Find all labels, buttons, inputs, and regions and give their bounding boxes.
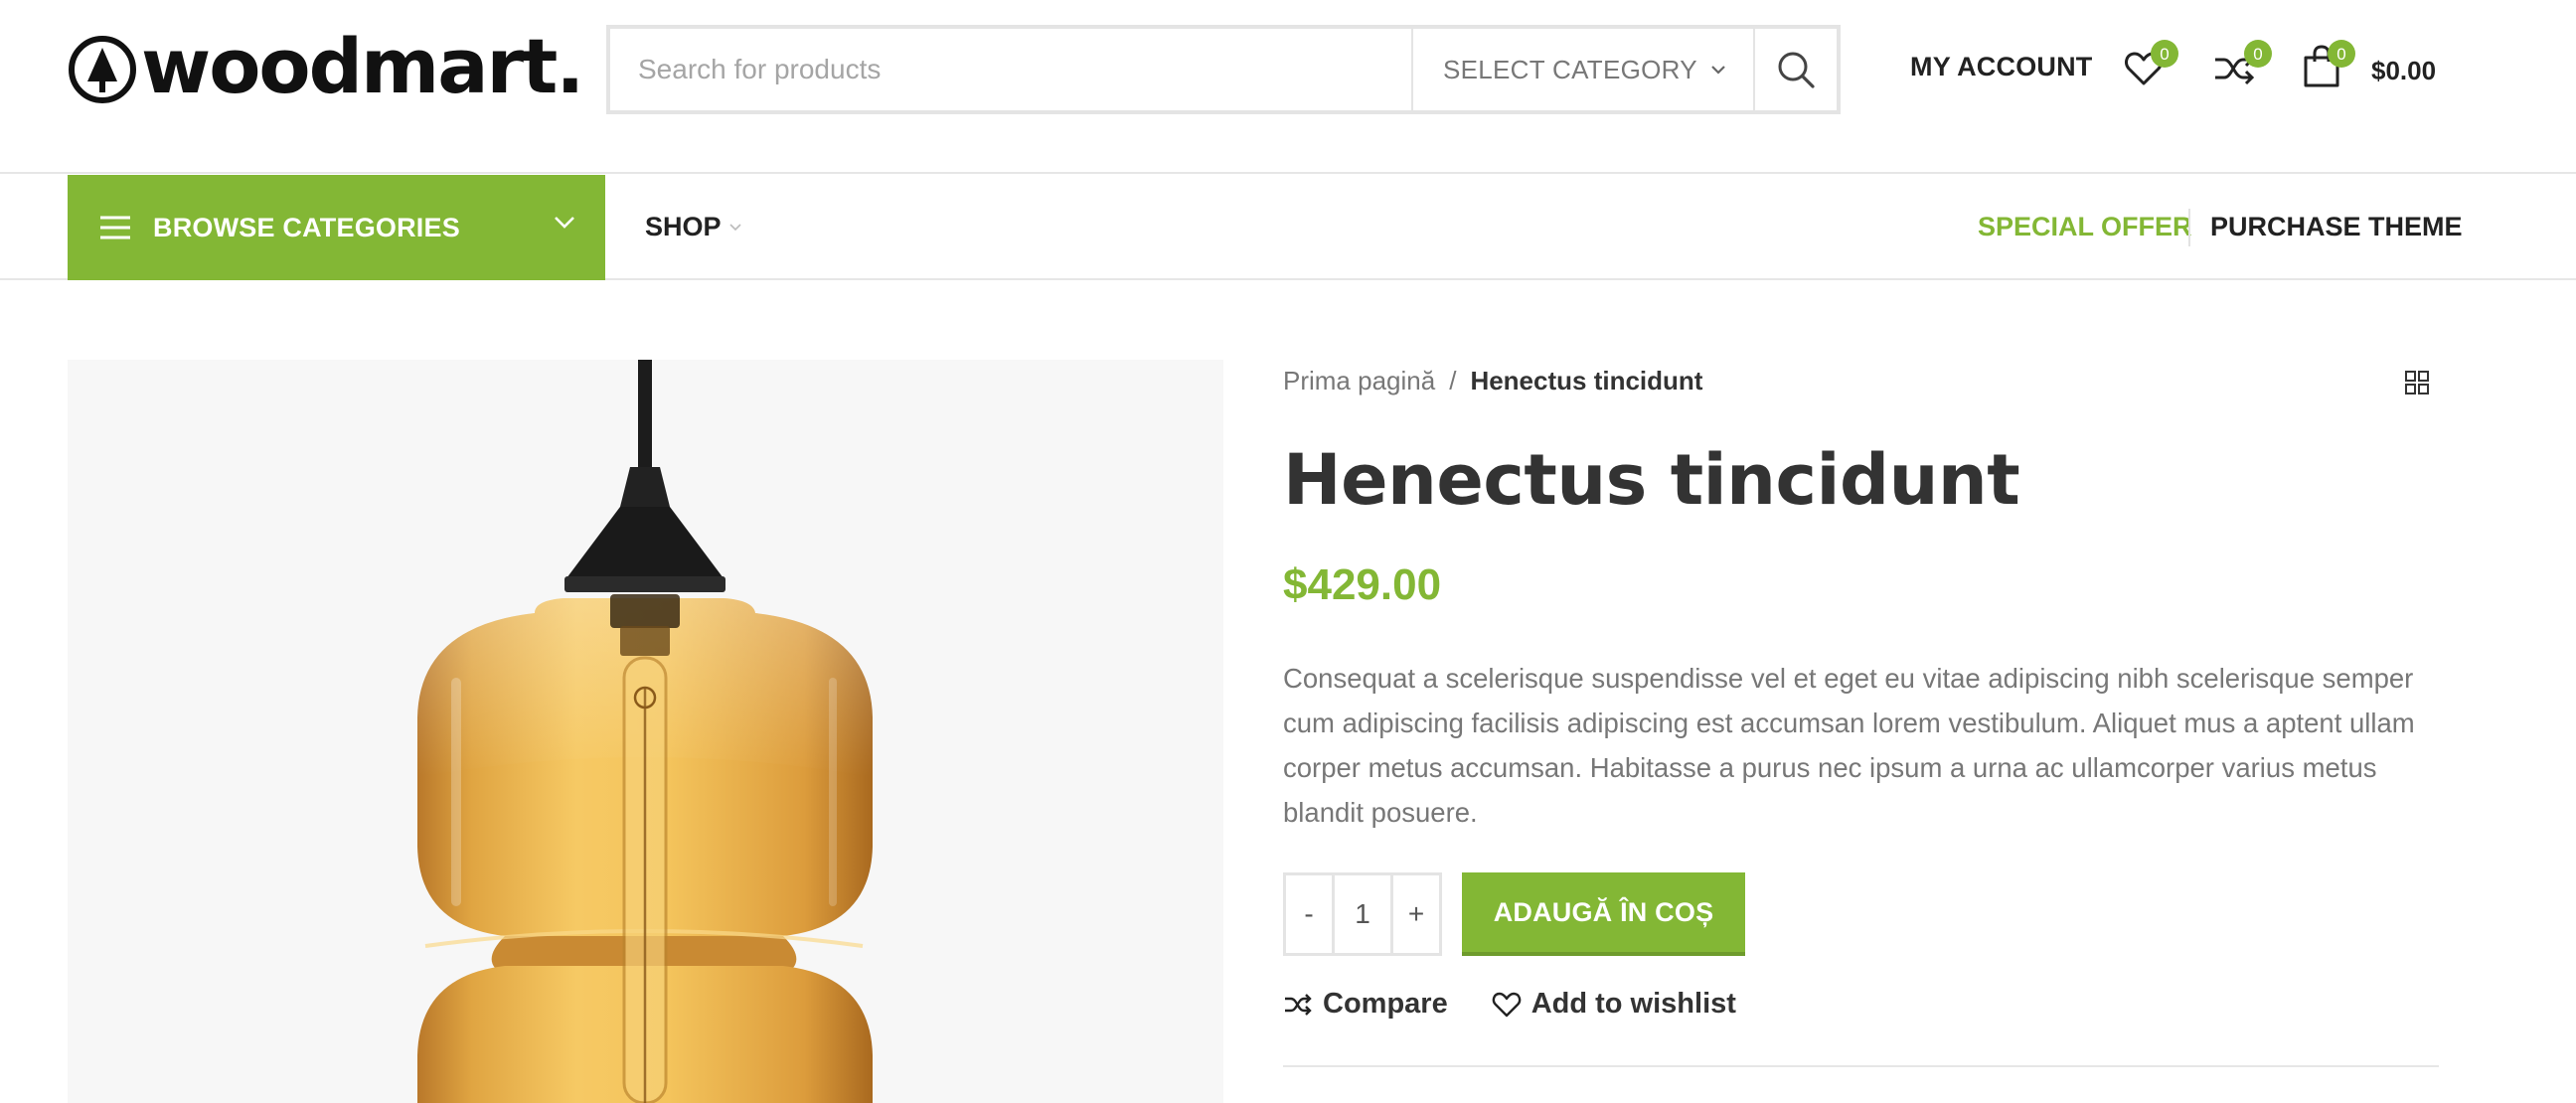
special-offer-link[interactable]: SPECIAL OFFER xyxy=(1978,212,2192,242)
quantity-decrease-button[interactable]: - xyxy=(1286,875,1332,953)
compare-link[interactable]: Compare xyxy=(1283,988,1448,1021)
site-header: woodmart. SELECT CATEGORY MY ACCOUNT 0 xyxy=(0,0,2576,174)
summary-divider xyxy=(1283,1065,2439,1067)
back-to-shop-button[interactable] xyxy=(2404,370,2430,400)
shuffle-icon xyxy=(1285,993,1312,1016)
amber-glass-pendant-lamp-icon xyxy=(417,360,873,1103)
breadcrumb-current: Henectus tincidunt xyxy=(1470,366,1703,395)
chevron-down-icon xyxy=(728,223,741,231)
wishlist-button[interactable]: 0 xyxy=(2123,40,2178,94)
wishlist-count-badge: 0 xyxy=(2151,40,2178,68)
add-to-cart-button[interactable]: ADAUGĂ ÎN COȘ xyxy=(1462,872,1745,956)
quantity-input[interactable]: 1 xyxy=(1332,875,1393,953)
product-title: Henectus tincidunt xyxy=(1283,439,2020,521)
product-price: $429.00 xyxy=(1283,560,1442,609)
grid-icon xyxy=(2405,371,2429,394)
compare-label: Compare xyxy=(1323,988,1448,1020)
logo-text: woodmart. xyxy=(141,22,584,110)
compare-count-badge: 0 xyxy=(2244,40,2272,68)
site-logo[interactable]: woodmart. xyxy=(68,22,584,110)
my-account-link[interactable]: MY ACCOUNT xyxy=(1910,52,2093,82)
breadcrumb-home-link[interactable]: Prima pagină xyxy=(1283,366,1435,395)
search-input[interactable] xyxy=(610,29,1411,110)
quantity-stepper: - 1 + xyxy=(1283,872,1442,956)
category-select-label: SELECT CATEGORY xyxy=(1443,54,1697,84)
category-select[interactable]: SELECT CATEGORY xyxy=(1411,29,1753,110)
nav-shop-menu[interactable]: SHOP xyxy=(645,212,741,242)
breadcrumb: Prima pagină / Henectus tincidunt xyxy=(1283,366,1702,396)
quantity-increase-button[interactable]: + xyxy=(1393,875,1439,953)
cart-total[interactable]: $0.00 xyxy=(2371,56,2436,86)
search-button[interactable] xyxy=(1753,29,1837,110)
product-image-gallery[interactable] xyxy=(68,360,1223,1103)
nav-shop-label: SHOP xyxy=(645,212,722,241)
nav-divider xyxy=(2188,209,2190,246)
cart-button[interactable]: 0 xyxy=(2302,40,2355,94)
search-icon xyxy=(1778,52,1815,88)
browse-categories-label: BROWSE CATEGORIES xyxy=(153,212,460,242)
breadcrumb-separator: / xyxy=(1449,366,1457,395)
product-actions: Compare Add to wishlist xyxy=(1283,988,1736,1021)
cart-count-badge: 0 xyxy=(2328,40,2355,68)
add-to-wishlist-link[interactable]: Add to wishlist xyxy=(1492,988,1736,1021)
heart-icon xyxy=(1492,992,1521,1017)
chevron-down-icon xyxy=(555,217,574,229)
product-description: Consequat a scelerisque suspendisse vel … xyxy=(1283,663,2415,828)
purchase-theme-link[interactable]: PURCHASE THEME xyxy=(2210,212,2463,242)
compare-button[interactable]: 0 xyxy=(2212,40,2272,94)
hamburger-menu-icon xyxy=(100,216,130,239)
chevron-down-icon xyxy=(1711,66,1725,75)
browse-categories-button[interactable]: BROWSE CATEGORIES xyxy=(68,175,605,280)
main-navigation: BROWSE CATEGORIES SHOP SPECIAL OFFER PUR… xyxy=(0,175,2576,280)
wishlist-label: Add to wishlist xyxy=(1530,988,1736,1020)
tree-logo-icon xyxy=(69,36,136,103)
product-search: SELECT CATEGORY xyxy=(606,25,1841,114)
